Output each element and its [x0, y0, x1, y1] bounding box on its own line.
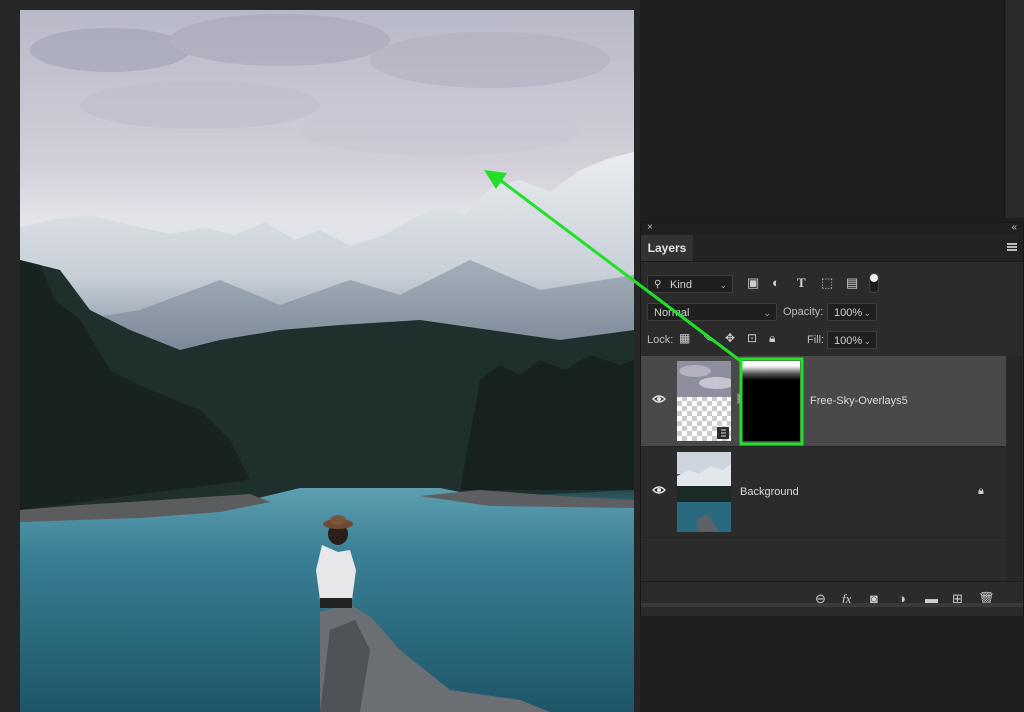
layer-name[interactable]: Free-Sky-Overlays5	[810, 395, 908, 407]
collapse-panel-icon[interactable]: «	[1011, 222, 1017, 233]
layers-scrollbar[interactable]	[1007, 356, 1022, 586]
lock-artboard-icon[interactable]: ⊡	[747, 331, 757, 345]
shape-filter-icon[interactable]: ⬚	[821, 275, 833, 291]
chevron-down-icon: ⌄	[863, 308, 871, 318]
panel-menu-icon[interactable]	[1007, 243, 1017, 251]
opacity-label: Opacity:	[783, 306, 824, 318]
document-canvas[interactable]	[20, 10, 634, 712]
lock-all-icon[interactable]: 🔒︎	[769, 331, 775, 346]
lock-position-icon[interactable]: ✥	[725, 331, 735, 345]
sky-clouds	[30, 14, 610, 156]
canvas-area[interactable]	[0, 0, 640, 712]
layers-list: ⛓ Free-Sky-Overlays5 Background 🔒	[641, 356, 1023, 539]
type-filter-icon[interactable]: T	[797, 275, 806, 291]
filter-kind-value: Kind	[670, 279, 693, 291]
panel-bottom-edge	[641, 603, 1023, 607]
layer-thumbnail-background[interactable]	[677, 452, 731, 532]
opacity-field[interactable]: 100% ⌄	[827, 303, 877, 321]
layer-lock-icon[interactable]: 🔒︎	[978, 485, 984, 498]
chevron-down-icon: ⌄	[719, 280, 727, 290]
layer-row-background[interactable]: Background 🔒︎	[641, 447, 1006, 538]
fill-label: Fill:	[807, 334, 825, 346]
blend-row: Normal ⌄ Opacity: 100% ⌄	[641, 299, 1023, 325]
chevron-down-icon: ⌄	[863, 336, 871, 346]
lock-transparent-pixels-icon[interactable]: ▦	[679, 331, 690, 345]
layer-name[interactable]: Background	[740, 486, 799, 498]
layers-footer: ⊖ fx ◙ ◑ ▬ ⊞ 🗑︎	[641, 581, 1023, 616]
adjustment-filter-icon[interactable]: ◐	[772, 275, 780, 290]
layer-mask-thumbnail[interactable]	[742, 361, 800, 441]
panel-tab-row: Layers	[641, 235, 1023, 262]
layer-thumbnail-sky[interactable]	[677, 361, 731, 441]
image-filter-icon[interactable]: ▣	[747, 275, 759, 291]
opacity-value: 100%	[834, 307, 863, 319]
filter-toggle-icon[interactable]	[869, 273, 879, 293]
lock-image-pixels-icon[interactable]: ✎	[703, 331, 713, 345]
visibility-eye-icon[interactable]	[652, 485, 666, 495]
fill-field[interactable]: 100% ⌄	[827, 331, 877, 349]
blend-mode-value: Normal	[654, 307, 690, 319]
fill-value: 100%	[834, 335, 863, 347]
lock-row: Lock: ▦ ✎ ✥ ⊡ 🔒︎ Fill: 100% ⌄	[641, 327, 1023, 353]
close-panel-icon[interactable]: ×	[647, 222, 653, 233]
collapsed-panel-dock[interactable]	[1004, 0, 1024, 218]
chevron-down-icon: ⌄	[763, 308, 771, 318]
filter-row: ⚲ Kind ⌄ ▣ ◐ T ⬚ ▤	[641, 271, 1023, 297]
lock-label: Lock:	[647, 334, 674, 346]
smart-object-filter-icon[interactable]: ▤	[846, 275, 858, 291]
search-icon: ⚲	[654, 279, 662, 290]
blend-mode-select[interactable]: Normal ⌄	[647, 303, 777, 321]
visibility-eye-icon[interactable]	[652, 394, 666, 404]
filter-kind-select[interactable]: ⚲ Kind ⌄	[647, 275, 733, 293]
layer-row-sky[interactable]: ⛓ Free-Sky-Overlays5	[641, 356, 1006, 447]
photo-artwork	[20, 14, 634, 712]
panel-title-bar: × «	[641, 222, 1023, 235]
tab-layers[interactable]: Layers	[641, 235, 693, 261]
layers-panel: × « Layers ⚲ Kind ⌄ ▣ ◐ T ⬚ ▤ Normal ⌄ O…	[640, 222, 1024, 616]
